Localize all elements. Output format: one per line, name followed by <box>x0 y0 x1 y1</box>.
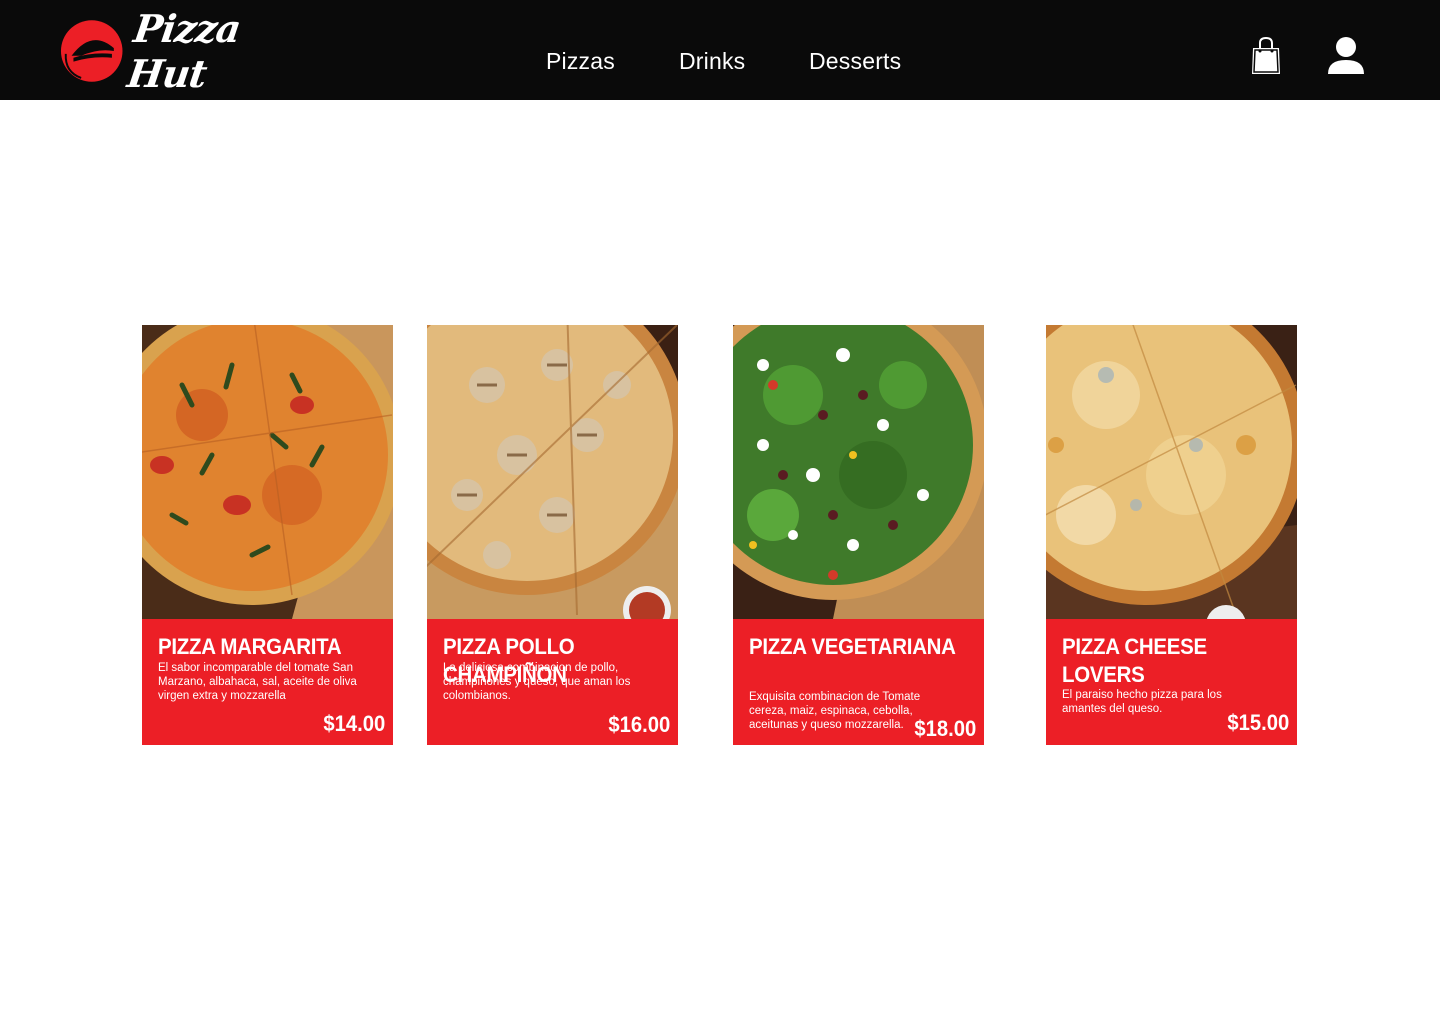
product-image-margarita <box>142 325 393 619</box>
top-header: Pizza Hut Pizzas Drinks Desserts <box>0 0 1440 100</box>
nav-item-desserts[interactable]: Desserts <box>809 48 901 75</box>
product-title: PIZZA MARGARITA <box>158 634 342 659</box>
product-card-vegetariana[interactable]: PIZZA VEGETARIANA Exquisita combinacion … <box>733 325 984 745</box>
product-title: PIZZA VEGETARIANA <box>749 634 956 659</box>
user-icon[interactable] <box>1326 36 1366 76</box>
shopping-bag-icon[interactable] <box>1250 36 1282 76</box>
product-description: La deliciosa combinacion de pollo, champ… <box>443 662 631 702</box>
product-info: PIZZA VEGETARIANA Exquisita combinacion … <box>733 619 984 745</box>
product-title: PIZZA CHEESE LOVERS <box>1062 634 1207 687</box>
main-nav: Pizzas Drinks Desserts <box>0 48 1440 82</box>
product-info: PIZZA POLLO CHAMPIÑON La deliciosa combi… <box>427 619 678 745</box>
product-card-margarita[interactable]: PIZZA MARGARITA El sabor incomparable de… <box>142 325 393 745</box>
product-card-pollo-champinon[interactable]: PIZZA POLLO CHAMPIÑON La deliciosa combi… <box>427 325 678 745</box>
product-info: PIZZA CHEESE LOVERS El paraiso hecho piz… <box>1046 619 1297 745</box>
product-image-cheese-lovers <box>1046 325 1297 619</box>
product-price: $14.00 <box>323 711 385 736</box>
product-info: PIZZA MARGARITA El sabor incomparable de… <box>142 619 393 745</box>
nav-item-pizzas[interactable]: Pizzas <box>546 48 615 75</box>
product-description: Exquisita combinacion de Tomate cereza, … <box>749 691 921 731</box>
product-price: $16.00 <box>608 712 670 737</box>
product-description: El sabor incomparable del tomate San Mar… <box>158 662 357 702</box>
product-price: $15.00 <box>1227 710 1289 735</box>
product-image-vegetariana <box>733 325 984 619</box>
product-image-pollo-champinon <box>427 325 678 619</box>
product-price: $18.00 <box>914 716 976 741</box>
product-card-cheese-lovers[interactable]: PIZZA CHEESE LOVERS El paraiso hecho piz… <box>1046 325 1297 745</box>
nav-item-drinks[interactable]: Drinks <box>679 48 745 75</box>
